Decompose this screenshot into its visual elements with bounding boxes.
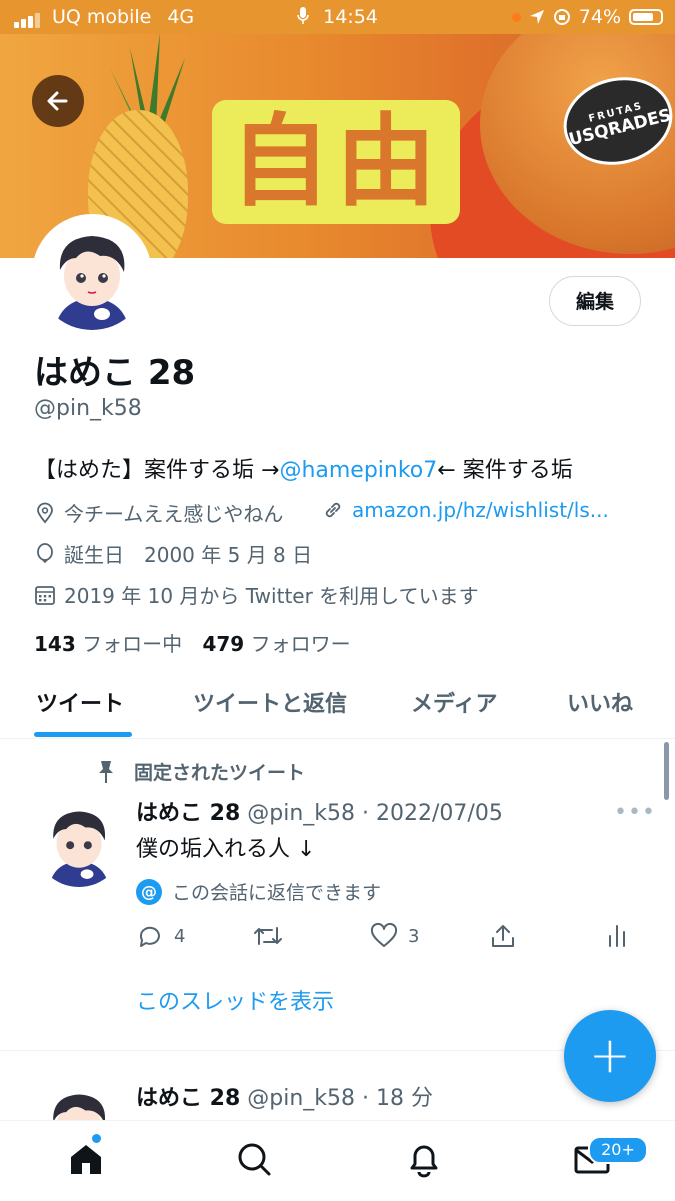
tab-tweets-and-replies[interactable]: ツイートと返信	[193, 686, 347, 718]
battery-icon	[629, 9, 663, 25]
tweet-header: はめこ 28 @pin_k58 · 18 分	[136, 1080, 433, 1112]
tab-likes[interactable]: いいね	[567, 686, 633, 718]
tab-media[interactable]: メディア	[411, 686, 497, 718]
profile-bio: 【はめた】案件する垢 →@hamepinko7← 案件する垢	[34, 452, 573, 484]
heart-icon	[370, 922, 398, 947]
at-sign-icon: @	[136, 878, 162, 905]
bottom-navigation	[0, 1120, 675, 1201]
profile-website-link[interactable]: amazon.jp/hz/wishlist/ls...	[352, 498, 609, 522]
followers-link[interactable]: 479 フォロワー	[202, 632, 350, 656]
profile-handle: @pin_k58	[34, 396, 142, 421]
scrollbar[interactable]	[664, 742, 669, 800]
microphone-icon	[297, 7, 309, 24]
more-options-icon[interactable]: •••	[614, 800, 656, 825]
retweet-button[interactable]	[252, 922, 284, 950]
followers-label: フォロワー	[250, 632, 351, 656]
home-new-dot	[92, 1134, 101, 1143]
orange-dot-icon	[511, 12, 521, 22]
battery-percent: 74%	[578, 6, 621, 28]
share-icon	[492, 925, 514, 947]
profile-website-row[interactable]: amazon.jp/hz/wishlist/ls...	[322, 498, 609, 522]
orientation-lock-icon	[553, 9, 570, 25]
back-button[interactable]	[32, 75, 84, 127]
following-label: フォロー中	[82, 632, 183, 656]
profile-birthday: 誕生日 2000 年 5 月 8 日	[64, 543, 313, 567]
avatar-illustration	[34, 797, 124, 887]
compose-tweet-button[interactable]: +	[564, 1010, 656, 1102]
tweet-header: はめこ 28 @pin_k58 · 2022/07/05	[136, 795, 503, 827]
followers-count: 479	[202, 632, 245, 656]
profile-name: はめこ 28	[34, 353, 196, 393]
bio-suffix: ← 案件する垢	[437, 458, 573, 483]
reply-count: 4	[174, 925, 186, 947]
pinned-label-row: 固定されたツイート	[94, 758, 305, 785]
profile-joined-row: 2019 年 10 月から Twitter を利用しています	[34, 580, 479, 609]
profile-joined: 2019 年 10 月から Twitter を利用しています	[64, 584, 479, 608]
following-count: 143	[34, 632, 76, 656]
avatar-illustration	[36, 218, 148, 330]
following-link[interactable]: 143 フォロー中	[34, 632, 182, 656]
reply-button[interactable]: 4	[136, 922, 185, 950]
tweet-author-name[interactable]: はめこ 28	[136, 1086, 240, 1111]
pinned-label: 固定されたツイート	[134, 762, 306, 784]
bio-mention-link[interactable]: @hamepinko7	[279, 458, 437, 483]
status-bar: UQ mobile 4G 14:54 74%	[0, 0, 675, 34]
like-button[interactable]: 3	[370, 922, 419, 950]
link-icon	[325, 502, 341, 518]
home-icon	[71, 1145, 101, 1174]
calendar-icon	[35, 585, 55, 605]
share-button[interactable]	[490, 922, 516, 950]
reply-icon	[139, 926, 160, 947]
profile-tabs: ツイート ツイートと返信 メディア いいね	[0, 672, 675, 739]
messages-badge: 20+	[588, 1136, 648, 1164]
bell-icon	[410, 1145, 438, 1178]
nav-home[interactable]	[66, 1139, 106, 1179]
arrow-left-icon	[47, 91, 68, 111]
profile-location-row: 今チームええ感じやねん	[34, 498, 283, 527]
location-pin-icon	[37, 502, 53, 523]
balloon-icon	[37, 542, 53, 563]
tweet-text: 僕の垢入れる人 ↓	[136, 837, 316, 862]
follow-counts: 143 フォロー中 479 フォロワー	[34, 628, 351, 657]
tweet-handle-date: @pin_k58 · 2022/07/05	[247, 801, 503, 826]
clock: 14:54	[323, 6, 378, 28]
tweet-handle-time: @pin_k58 · 18 分	[247, 1086, 434, 1111]
analytics-icon	[609, 925, 625, 947]
like-count: 3	[408, 925, 420, 947]
pin-icon	[99, 760, 113, 783]
tweet-author-name[interactable]: はめこ 28	[136, 801, 240, 826]
status-right: 74%	[511, 6, 663, 28]
profile-avatar[interactable]	[32, 214, 152, 334]
reply-note-text: この会話に返信できます	[172, 882, 382, 904]
nav-notifications[interactable]	[404, 1139, 444, 1179]
profile-birthday-row: 誕生日 2000 年 5 月 8 日	[34, 539, 312, 568]
profile-location: 今チームええ感じやねん	[64, 502, 284, 526]
show-thread-link[interactable]: このスレッドを表示	[136, 984, 334, 1016]
retweet-icon	[254, 927, 282, 945]
reply-restriction-note: @ この会話に返信できます	[136, 878, 381, 905]
nav-search[interactable]	[234, 1139, 274, 1179]
bio-prefix: 【はめた】案件する垢 →	[34, 458, 280, 483]
search-icon	[238, 1143, 271, 1176]
banner-kanji: 自由	[212, 100, 460, 224]
tweet-avatar[interactable]	[34, 797, 124, 887]
tweet-actions: 4 3	[136, 922, 636, 956]
location-icon	[529, 10, 544, 24]
analytics-button[interactable]	[606, 922, 628, 950]
active-tab-indicator	[34, 732, 132, 737]
edit-profile-button[interactable]: 編集	[549, 276, 641, 326]
tab-tweets[interactable]: ツイート	[36, 686, 124, 718]
